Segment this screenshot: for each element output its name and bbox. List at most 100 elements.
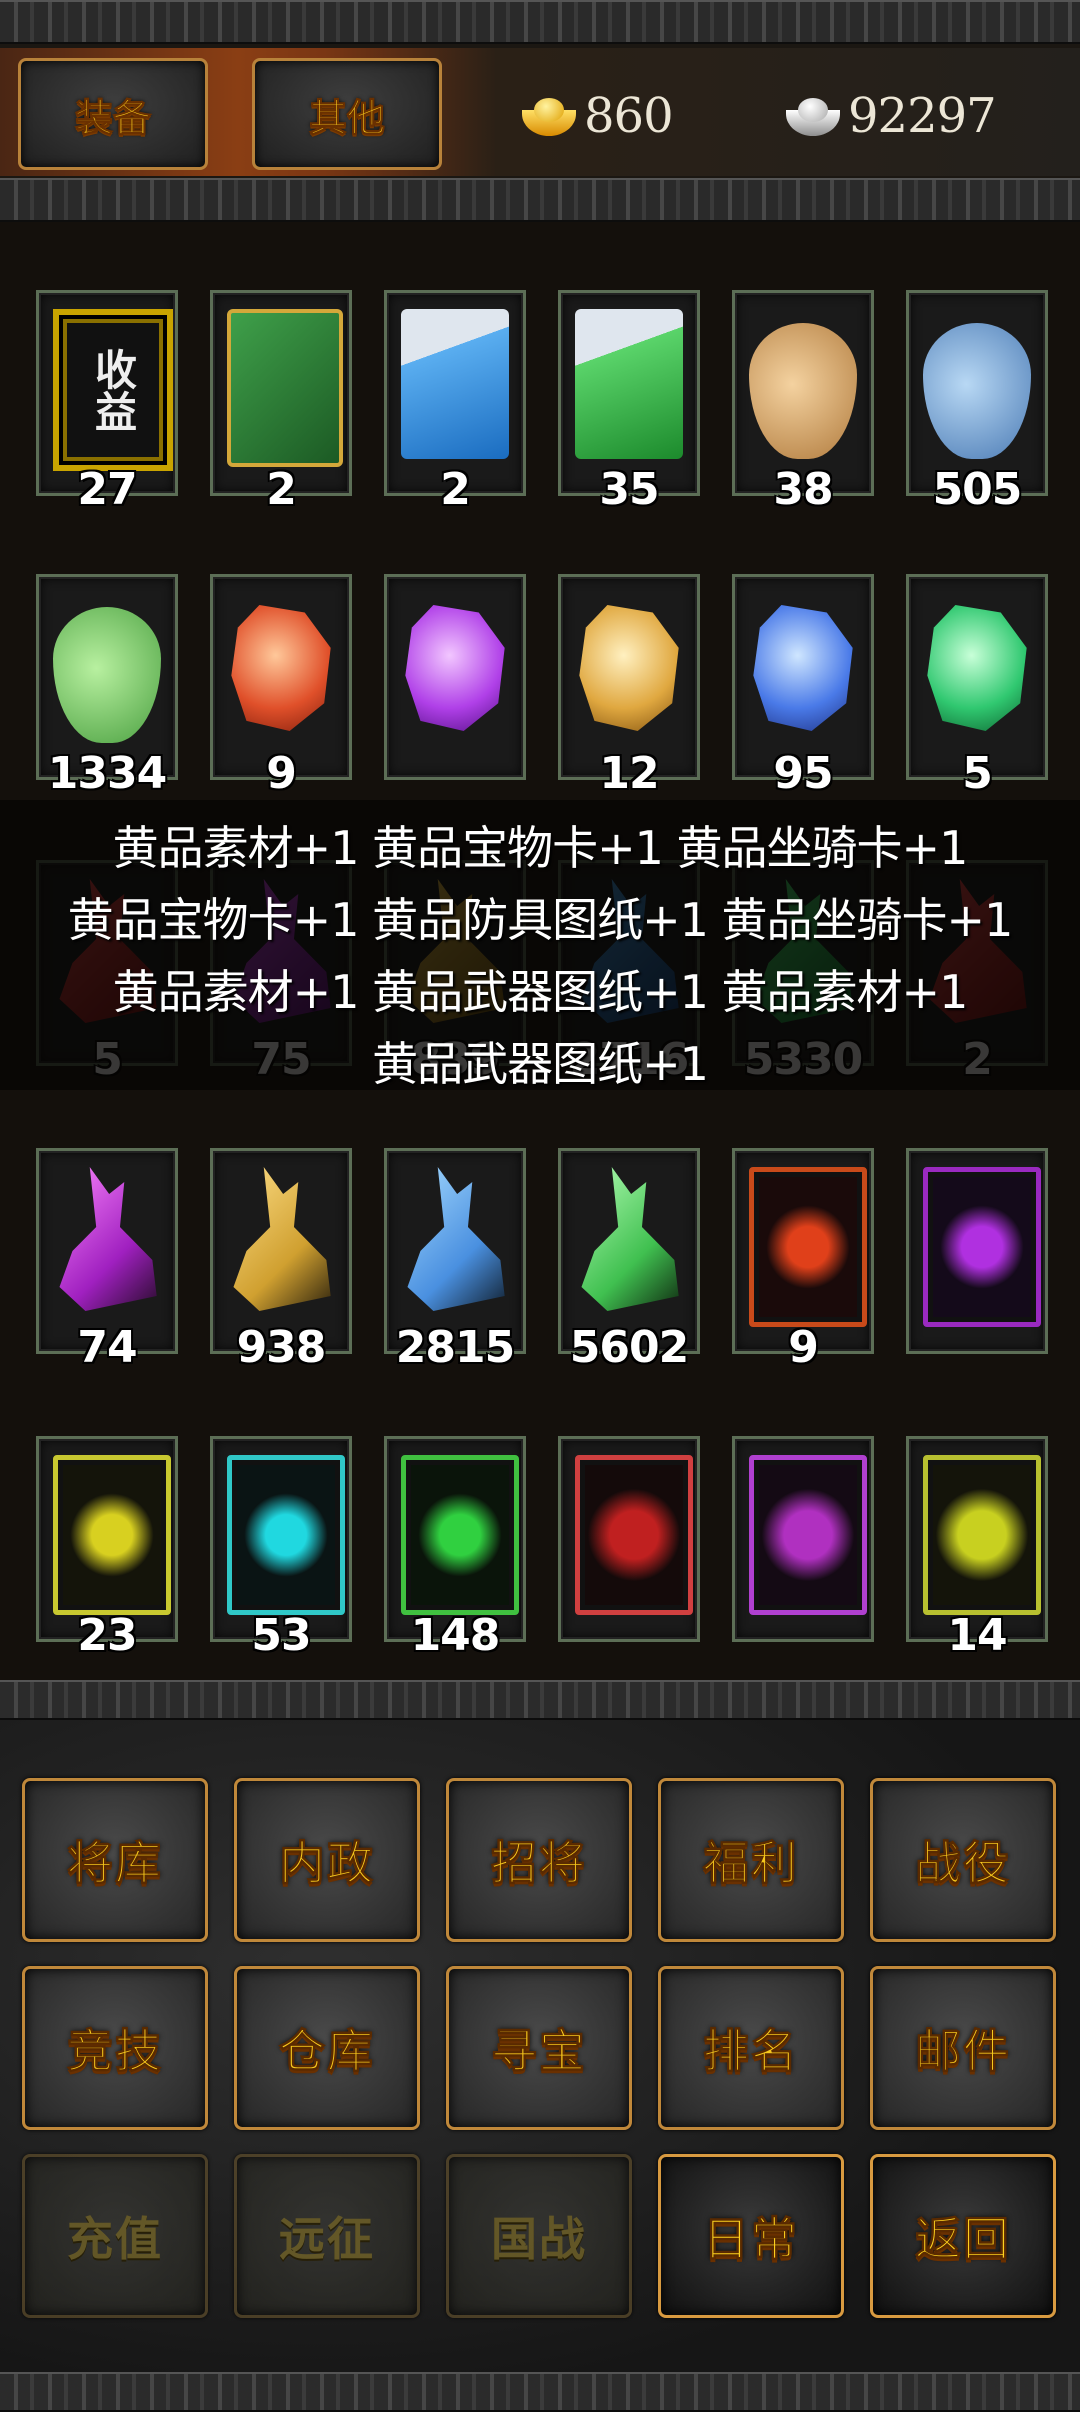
loot-notification: 黄品素材+1 黄品宝物卡+1 黄品坐骑卡+1 黄品宝物卡+1 黄品防具图纸+1 … (0, 800, 1080, 1091)
menu-recharge-button[interactable]: 充值 (22, 2154, 208, 2318)
green-gem-box-icon (575, 309, 683, 459)
loot-line: 黄品素材+1 黄品宝物卡+1 黄品坐骑卡+1 (112, 821, 969, 875)
menu-treasure-hunt-button[interactable]: 寻宝 (446, 1966, 632, 2130)
inventory-slot[interactable]: 35 (558, 290, 700, 515)
menu-daily-button[interactable]: 日常 (658, 2154, 844, 2318)
blue-ore-icon (753, 605, 853, 731)
item-count: 74 (77, 1322, 137, 1373)
inventory-slot[interactable]: 38 (732, 290, 874, 515)
item-count: 38 (773, 464, 833, 515)
green-bag-icon (53, 607, 161, 743)
menu-nation-war-button[interactable]: 国战 (446, 2154, 632, 2318)
menu-general-storage-button[interactable]: 将库 (22, 1778, 208, 1942)
shouyi-plaque-icon: 收益 (53, 309, 173, 471)
red-treasure-card-icon (575, 1455, 693, 1615)
silver-ingot-icon (784, 92, 842, 140)
menu-warehouse-button[interactable]: 仓库 (234, 1966, 420, 2130)
inventory-slot[interactable]: 148 (384, 1436, 526, 1661)
tab-other[interactable]: 其他 (252, 58, 442, 170)
tan-bag-icon (749, 323, 857, 459)
blue-bag-icon (923, 323, 1031, 459)
item-count: 938 (236, 1322, 327, 1373)
inventory-slot[interactable]: 2815 (384, 1148, 526, 1373)
menu-recruit-button[interactable]: 招将 (446, 1778, 632, 1942)
cyan-horse-card-icon (227, 1455, 345, 1615)
green-ore-icon (927, 605, 1027, 731)
item-count: 53 (251, 1610, 311, 1661)
item-count: 5 (962, 748, 993, 799)
item-count: 23 (77, 1610, 137, 1661)
loot-line: 黄品宝物卡+1 黄品防具图纸+1 黄品坐骑卡+1 (67, 893, 1014, 947)
purple-ore-icon (405, 605, 505, 731)
inventory-slot[interactable]: 95 (732, 574, 874, 799)
inventory-slot[interactable]: 5602 (558, 1148, 700, 1373)
yellow-horse-card-icon (53, 1455, 171, 1615)
menu-campaign-button[interactable]: 战役 (870, 1778, 1056, 1942)
tab-equipment[interactable]: 装备 (18, 58, 208, 170)
item-count: 148 (410, 1610, 501, 1661)
inventory-slot[interactable]: 收益 27 (36, 290, 178, 515)
item-count: 35 (599, 464, 659, 515)
gold-ore-icon (579, 605, 679, 731)
menu-ornament-border (0, 1680, 1080, 1720)
red-horse-card-icon (749, 1167, 867, 1327)
inventory-slot[interactable]: 14 (906, 1436, 1048, 1661)
blue-gem-box-icon (401, 309, 509, 459)
menu-expedition-button[interactable]: 远征 (234, 2154, 420, 2318)
menu-mail-button[interactable]: 邮件 (870, 1966, 1056, 2130)
blue-blueprint-icon (407, 1167, 505, 1311)
silver-currency: 92297 (784, 76, 997, 156)
item-count: 9 (788, 1322, 819, 1373)
item-count: 2 (266, 464, 297, 515)
top-bar: 装备 其他 860 92297 (0, 0, 1080, 222)
item-count: 2 (440, 464, 471, 515)
inventory-slot[interactable]: 2 (384, 290, 526, 515)
item-count: 5602 (569, 1322, 689, 1373)
inventory-slot[interactable]: 1334 (36, 574, 178, 799)
menu-ranking-button[interactable]: 排名 (658, 1966, 844, 2130)
green-horse-card-icon (401, 1455, 519, 1615)
gold-currency: 860 (520, 76, 674, 156)
red-ore-icon (231, 605, 331, 731)
item-count: 12 (599, 748, 659, 799)
menu-back-button[interactable]: 返回 (870, 2154, 1056, 2318)
yellow-treasure-card-icon (923, 1455, 1041, 1615)
inventory-slot[interactable] (558, 1436, 700, 1642)
top-ornament-border-lower (0, 178, 1080, 222)
inventory-slot[interactable]: 938 (210, 1148, 352, 1373)
inventory-slot[interactable]: 74 (36, 1148, 178, 1373)
inventory-slot[interactable]: 9 (210, 574, 352, 799)
inventory-slot[interactable] (384, 574, 526, 780)
inventory-slot[interactable]: 53 (210, 1436, 352, 1661)
purple-treasure-card-icon (749, 1455, 867, 1615)
item-count: 27 (77, 464, 137, 515)
item-count: 2815 (395, 1322, 515, 1373)
item-count: 14 (947, 1610, 1007, 1661)
item-count: 1334 (47, 748, 167, 799)
gold-ingot-icon (520, 92, 578, 140)
silver-amount: 92297 (848, 88, 997, 144)
inventory-slot[interactable]: 2 (210, 290, 352, 515)
loot-line: 黄品素材+1 黄品武器图纸+1 黄品素材+1 (112, 965, 969, 1019)
inventory-slot[interactable] (732, 1436, 874, 1642)
green-blueprint-icon (581, 1167, 679, 1311)
menu-welfare-button[interactable]: 福利 (658, 1778, 844, 1942)
green-chest-icon (227, 309, 343, 467)
item-count: 9 (266, 748, 297, 799)
inventory-slot[interactable]: 23 (36, 1436, 178, 1661)
purple-blueprint-icon (59, 1167, 157, 1311)
item-count: 505 (932, 464, 1023, 515)
inventory-slot[interactable]: 9 (732, 1148, 874, 1373)
item-count: 95 (773, 748, 833, 799)
menu-ornament-border-bottom (0, 2372, 1080, 2412)
purple-horse-card-icon (923, 1167, 1041, 1327)
menu-arena-button[interactable]: 竞技 (22, 1966, 208, 2130)
main-menu: 将库 内政 招将 福利 战役 竞技 仓库 寻宝 排名 邮件 充值 远征 国战 日… (0, 1680, 1080, 2412)
loot-line: 黄品武器图纸+1 (372, 1037, 709, 1091)
inventory-slot[interactable]: 5 (906, 574, 1048, 799)
gold-blueprint-icon (233, 1167, 331, 1311)
inventory-slot[interactable]: 12 (558, 574, 700, 799)
menu-internal-affairs-button[interactable]: 内政 (234, 1778, 420, 1942)
inventory-slot[interactable] (906, 1148, 1048, 1354)
inventory-slot[interactable]: 505 (906, 290, 1048, 515)
